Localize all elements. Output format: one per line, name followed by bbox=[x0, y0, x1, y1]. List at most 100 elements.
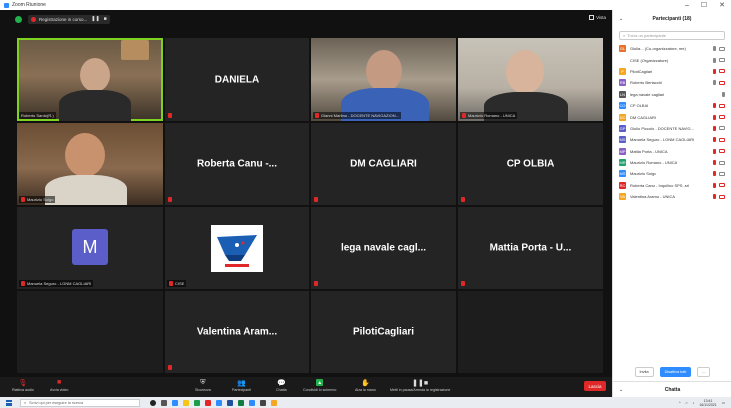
video-tile[interactable]: Maurizio Romano - UNICA bbox=[458, 38, 603, 121]
chat-button[interactable]: 💬 Chatta bbox=[276, 379, 287, 393]
participant-status bbox=[713, 103, 725, 109]
more-options-button[interactable]: ... bbox=[697, 367, 711, 377]
camera-off-icon bbox=[719, 137, 725, 142]
video-tile[interactable]: Roberta Canu -... bbox=[165, 123, 309, 205]
participant-row[interactable]: MS Maurizio Solgo bbox=[613, 168, 731, 179]
recording-controls-button[interactable]: ❚❚■ Metti in pausa/Arresta la registrazi… bbox=[390, 379, 450, 393]
mute-all-button[interactable]: Disattiva tutti bbox=[659, 367, 692, 377]
zoom-taskbar-icon[interactable] bbox=[249, 399, 255, 406]
taskbar-search-input[interactable]: ⌕ Scrivi qui per eseguire la ricerca bbox=[20, 398, 140, 407]
participant-row[interactable]: GL Giulia... (Co-organizzatore, me) bbox=[613, 43, 731, 54]
participant-name: CP OLBIA bbox=[630, 103, 649, 109]
chevron-down-icon[interactable]: ⌄ bbox=[619, 387, 623, 393]
video-tile[interactable]: M Manuela Seguro - LGNM CAGLIARI bbox=[17, 207, 163, 289]
muted-mic-icon bbox=[713, 160, 716, 166]
participant-name: Mattia Porta - UNICA bbox=[630, 148, 668, 154]
camera-icon bbox=[719, 58, 725, 63]
video-tile[interactable]: DANIELA bbox=[165, 38, 309, 121]
video-tile[interactable]: Maurizio Solgo bbox=[17, 123, 163, 205]
participant-avatar: MP bbox=[619, 147, 626, 155]
tray-chevron-icon[interactable]: ^ bbox=[679, 401, 681, 405]
excel-icon[interactable] bbox=[238, 399, 244, 406]
security-button[interactable]: ⛨ Sicurezza bbox=[195, 379, 211, 393]
video-tile[interactable]: Gianni Martino - DOCENTE NAVIGAZION... bbox=[311, 38, 456, 121]
participant-row[interactable]: VA Valentina Aramu - UNICA bbox=[613, 191, 731, 202]
participant-status bbox=[713, 194, 725, 200]
participant-row[interactable]: GP Giulio Piccolo - DOCENTE NAVIG... bbox=[613, 123, 731, 134]
volume-icon[interactable]: ♪ bbox=[693, 401, 695, 405]
empty-tile bbox=[17, 291, 163, 373]
video-tile[interactable]: PilotiCagliari bbox=[311, 291, 456, 373]
mail-icon[interactable] bbox=[216, 399, 222, 406]
cortana-icon[interactable] bbox=[150, 399, 156, 406]
taskbar-clock[interactable]: 13:41 16/11/2021 bbox=[699, 399, 716, 407]
chrome-icon[interactable] bbox=[194, 399, 200, 406]
participant-row[interactable]: CISE (Organizzatore) bbox=[613, 54, 731, 65]
participant-avatar: DC bbox=[619, 113, 626, 121]
start-video-button[interactable]: ■ Avvia video bbox=[50, 379, 68, 392]
participant-row[interactable]: MS Manuela Seguro - LGNM CAGLIARI bbox=[613, 134, 731, 145]
video-tile[interactable]: CISE bbox=[165, 207, 309, 289]
participant-row[interactable]: CO CP OLBIA bbox=[613, 100, 731, 111]
chat-panel-header[interactable]: ⌄ Chatta bbox=[613, 381, 731, 397]
task-view-icon[interactable] bbox=[161, 399, 167, 406]
video-tile[interactable]: Valentina Aram... bbox=[165, 291, 309, 373]
participant-row[interactable]: RB Roberto Bertacchi bbox=[613, 77, 731, 88]
file-explorer-icon[interactable] bbox=[183, 399, 189, 406]
participant-row[interactable]: LN lega navale cagliari bbox=[613, 89, 731, 100]
close-button[interactable]: ✕ bbox=[719, 1, 725, 9]
raise-hand-button[interactable]: ✋ Alza la mano bbox=[355, 379, 376, 393]
edge-icon[interactable] bbox=[172, 399, 178, 406]
participant-row[interactable]: P PilotiCagliari bbox=[613, 66, 731, 77]
security-shield-icon[interactable] bbox=[15, 15, 22, 23]
participant-name: Roberta Canu - Inquilino SPS..srl bbox=[630, 182, 689, 188]
video-tile[interactable]: DM CAGLIARI bbox=[311, 123, 456, 205]
start-video-label: Avvia video bbox=[50, 388, 69, 392]
video-tile[interactable]: CP OLBIA bbox=[458, 123, 603, 205]
participant-avatar: RC bbox=[619, 181, 626, 189]
chevron-down-icon[interactable]: ⌄ bbox=[619, 16, 623, 22]
minimize-button[interactable]: – bbox=[685, 2, 689, 9]
view-button[interactable]: Vista bbox=[589, 15, 606, 20]
participant-name: Giulio Piccolo - DOCENTE NAVIG... bbox=[630, 125, 694, 131]
search-icon: ⌕ bbox=[24, 400, 27, 405]
camera-icon bbox=[719, 171, 725, 176]
vlc-icon[interactable] bbox=[271, 399, 277, 406]
stop-recording-icon[interactable]: ■ bbox=[104, 16, 107, 22]
network-icon[interactable]: ⌂ bbox=[686, 401, 688, 405]
system-tray: ^ ⌂ ♪ 13:41 16/11/2021 ▭ bbox=[679, 398, 725, 407]
unmute-button[interactable]: 🎙 Riattiva audio bbox=[12, 379, 34, 393]
video-tile[interactable]: lega navale cagl... bbox=[311, 207, 456, 289]
muted-mic-icon bbox=[315, 113, 319, 118]
maximize-button[interactable]: ☐ bbox=[701, 1, 707, 9]
participant-row[interactable]: MP Mattia Porta - UNICA bbox=[613, 146, 731, 157]
participant-name: DM CAGLIARI bbox=[630, 114, 657, 120]
participant-row[interactable]: MR Maurizio Romano - UNICA bbox=[613, 157, 731, 168]
participants-button[interactable]: 👥 Partecipanti bbox=[232, 379, 251, 393]
share-screen-icon: ▲ bbox=[316, 379, 324, 386]
wall-picture bbox=[121, 40, 149, 60]
pause-recording-icon[interactable]: ❚❚ bbox=[91, 16, 99, 22]
muted-mic-icon bbox=[21, 281, 25, 286]
leave-button[interactable]: Lascia bbox=[584, 381, 606, 391]
word-icon[interactable] bbox=[227, 399, 233, 406]
muted-mic-icon bbox=[168, 113, 172, 118]
video-tile[interactable]: Roberto Sardo(R.) bbox=[17, 38, 163, 121]
app-icon[interactable] bbox=[205, 399, 211, 406]
zoom-app-icon bbox=[4, 2, 9, 8]
video-tile[interactable]: Mattia Porta - U... bbox=[458, 207, 603, 289]
video-off-icon: ■ bbox=[57, 379, 62, 386]
participant-search-input[interactable]: ⌕ Trova un partecipante bbox=[619, 31, 725, 40]
search-icon: ⌕ bbox=[623, 33, 626, 38]
microphone-icon bbox=[722, 91, 725, 97]
participant-name: Manuela Seguro - LGNM CAGLIARI bbox=[630, 137, 695, 143]
invite-button[interactable]: Invita bbox=[634, 367, 654, 377]
participant-row[interactable]: DC DM CAGLIARI bbox=[613, 111, 731, 122]
share-screen-button[interactable]: ▲ Condividi lo schermo bbox=[303, 379, 336, 392]
windows-start-icon[interactable] bbox=[6, 399, 12, 406]
tile-name: Maurizio Romano - UNICA bbox=[468, 113, 516, 118]
app-icon[interactable] bbox=[260, 399, 266, 406]
muted-mic-icon bbox=[21, 197, 25, 202]
participant-row[interactable]: RC Roberta Canu - Inquilino SPS..srl bbox=[613, 180, 731, 191]
notifications-icon[interactable]: ▭ bbox=[722, 401, 725, 405]
